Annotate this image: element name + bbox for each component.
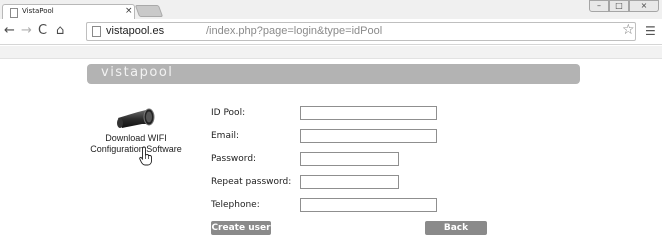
- browser-titlebar: VistaPool × – □ ×: [0, 0, 662, 20]
- email-input[interactable]: [300, 129, 437, 143]
- bookmark-star-icon[interactable]: ☆: [622, 22, 635, 38]
- telephone-input[interactable]: [300, 198, 437, 212]
- home-icon[interactable]: ⌂: [56, 23, 64, 39]
- telephone-label: Telephone:: [211, 200, 260, 210]
- tab-close-icon[interactable]: ×: [125, 6, 133, 16]
- page-icon: [92, 26, 101, 37]
- forward-arrow-icon[interactable]: →: [21, 23, 32, 39]
- reload-icon[interactable]: C: [38, 23, 47, 39]
- hand-pointer-icon: [139, 146, 153, 170]
- page-favicon-icon: [10, 8, 18, 18]
- repeat-password-input[interactable]: [300, 175, 399, 189]
- url-host: vistapool.es: [106, 25, 165, 37]
- download-label-line1: Download WIFI: [105, 133, 167, 143]
- back-arrow-icon[interactable]: ←: [4, 23, 15, 39]
- repeat-password-label: Repeat password:: [211, 177, 292, 187]
- id-pool-input[interactable]: [300, 106, 437, 120]
- back-button[interactable]: Back: [425, 221, 487, 235]
- new-tab-button[interactable]: [134, 5, 164, 17]
- password-input[interactable]: [300, 152, 399, 166]
- browser-tab[interactable]: VistaPool ×: [2, 4, 135, 20]
- window-close-button[interactable]: ×: [629, 0, 659, 12]
- tab-title: VistaPool: [22, 7, 54, 15]
- address-bar[interactable]: vistapool.es /index.php?page=login&type=…: [86, 22, 636, 41]
- window-maximize-button[interactable]: □: [609, 0, 629, 12]
- download-label-line2: Configuration Software: [90, 144, 182, 154]
- id-pool-label: ID Pool:: [211, 108, 246, 118]
- password-label: Password:: [211, 154, 257, 164]
- window-minimize-button[interactable]: –: [589, 0, 609, 12]
- site-logo: vistapool: [101, 65, 174, 80]
- url-path: /index.php?page=login&type=idPool: [206, 25, 383, 37]
- browser-toolbar: ← → C ⌂ vistapool.es /index.php?page=log…: [0, 19, 662, 45]
- site-header-banner: vistapool: [87, 64, 580, 84]
- create-user-button[interactable]: Create user: [211, 221, 271, 235]
- email-label: Email:: [211, 131, 240, 141]
- bookmark-bar: [0, 46, 662, 59]
- browser-menu-icon[interactable]: ☰: [645, 24, 656, 38]
